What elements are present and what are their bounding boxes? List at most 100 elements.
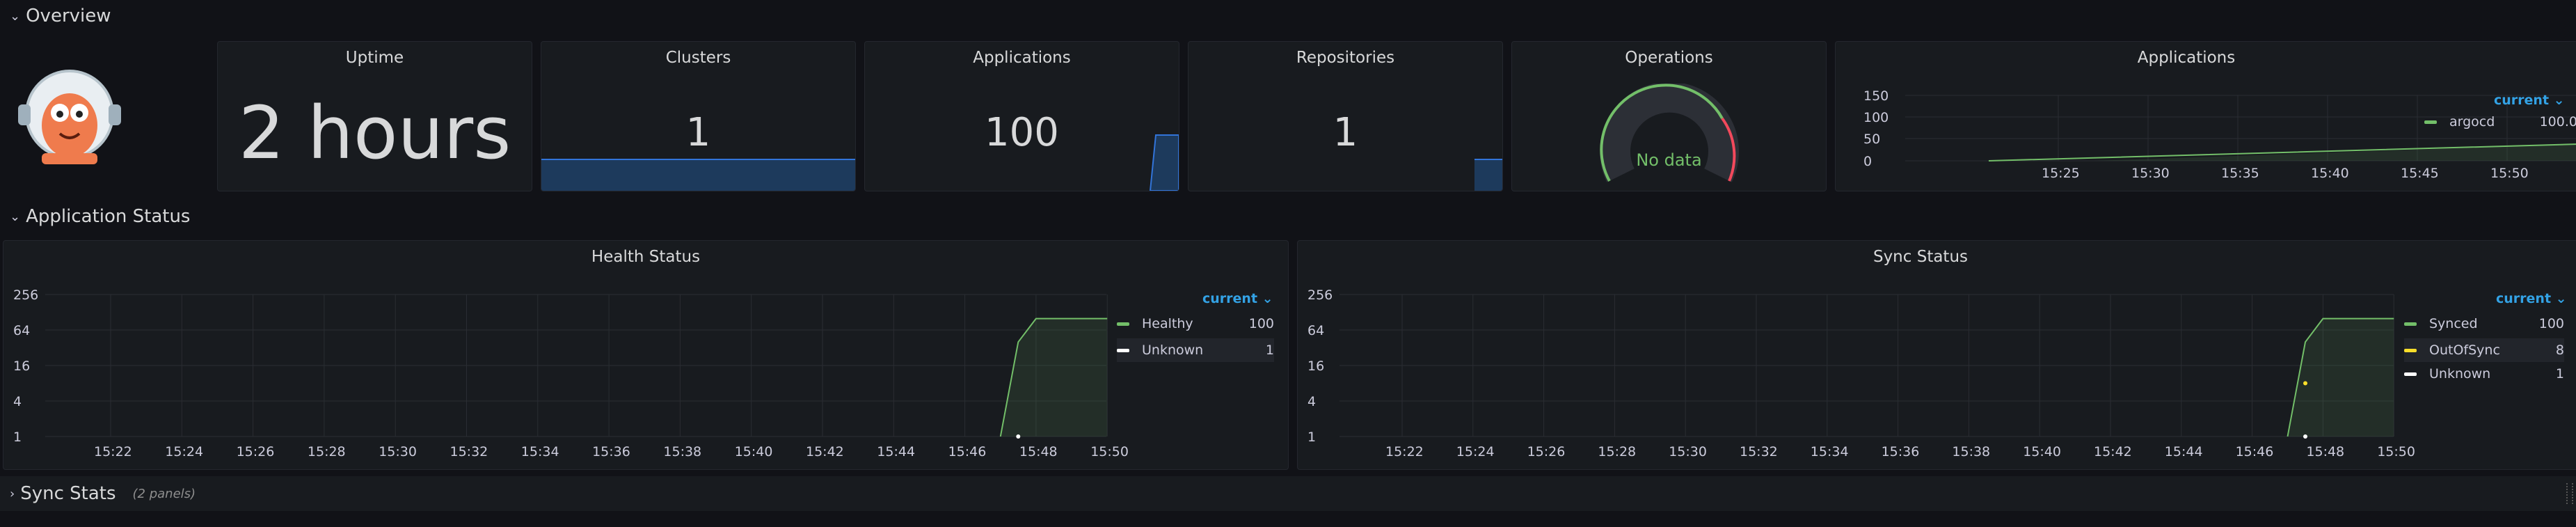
legend-value: 1 <box>1265 343 1274 358</box>
x-tick-label: 15:48 <box>2306 444 2344 459</box>
repositories-panel: Repositories 1 <box>1188 41 1503 191</box>
x-tick-label: 15:48 <box>1019 444 1058 459</box>
x-tick-label: 15:44 <box>2165 444 2203 459</box>
applications-panel: Applications 100 <box>864 41 1179 191</box>
legend-current-dropdown[interactable]: current ⌄ <box>2496 291 2567 306</box>
legend-value: 8 <box>2555 343 2564 358</box>
x-tick-label: 15:24 <box>165 444 203 459</box>
x-tick-label: 15:35 <box>2221 166 2259 181</box>
legend-item-healthy[interactable]: Healthy 100 <box>1117 316 1274 331</box>
row-sync-stats-bar <box>0 476 2576 511</box>
legend-item-argocd[interactable]: argocd 100.0 <box>2424 114 2576 129</box>
row-sync-stats-title: Sync Stats <box>20 483 116 504</box>
x-tick-label: 15:45 <box>2401 166 2439 181</box>
row-application-status-title: Application Status <box>26 206 191 227</box>
x-tick-label: 15:22 <box>94 444 132 459</box>
chevron-down-icon: ⌄ <box>2553 93 2565 108</box>
x-tick-label: 15:36 <box>592 444 630 459</box>
legend-item-unknown[interactable]: Unknown 1 <box>2404 366 2564 382</box>
drag-handle-icon[interactable] <box>2566 483 2573 504</box>
y-tick-label: 1 <box>13 430 22 445</box>
row-application-status[interactable]: ⌄ Application Status <box>10 206 190 227</box>
legend-name: Unknown <box>1142 343 1204 358</box>
legend-name: Synced <box>2429 316 2478 331</box>
x-tick-label: 15:42 <box>2094 444 2132 459</box>
y-tick-label: 4 <box>13 394 22 409</box>
y-tick-label: 16 <box>1307 359 1324 374</box>
legend-item-outofsync[interactable]: OutOfSync 8 <box>2404 338 2564 362</box>
operations-panel: Operations No data <box>1511 41 1827 191</box>
applications-chart-panel: Applications 150 100 50 0 15:25 15:30 15:35 15… <box>1835 41 2576 191</box>
x-tick-label: 15:50 <box>2377 444 2415 459</box>
x-tick-labels: 15:25 15:30 15:35 15:40 15:45 15:50 <box>2042 166 2529 181</box>
row-sync-stats-count: (2 panels) <box>132 486 196 501</box>
legend-swatch <box>1117 322 1129 326</box>
legend-name: Unknown <box>2429 366 2491 382</box>
x-tick-label: 15:30 <box>2131 166 2170 181</box>
x-tick-label: 15:50 <box>2490 166 2529 181</box>
legend-name: OutOfSync <box>2429 343 2500 358</box>
x-tick-label: 15:40 <box>2311 166 2349 181</box>
x-tick-label: 15:38 <box>663 444 701 459</box>
panel-title: Operations <box>1625 49 1713 67</box>
y-tick-label: 256 <box>13 288 38 303</box>
legend-current-label: current <box>2496 291 2552 306</box>
x-tick-label: 15:38 <box>1952 444 1990 459</box>
chevron-right-icon: › <box>10 486 15 501</box>
x-tick-label: 15:34 <box>1811 444 1849 459</box>
x-tick-label: 15:46 <box>2236 444 2274 459</box>
operations-gauge <box>1600 84 1739 182</box>
x-tick-label: 15:28 <box>1598 444 1636 459</box>
row-overview[interactable]: ⌄ Overview <box>10 6 111 26</box>
series-area <box>2287 318 2394 436</box>
series-point <box>2303 381 2307 386</box>
x-tick-label: 15:34 <box>521 444 559 459</box>
legend-swatch <box>2404 348 2417 352</box>
sparkline-area <box>1474 159 1502 191</box>
sparkline-area <box>541 159 855 191</box>
panel-title: Uptime <box>345 49 404 67</box>
x-tick-label: 15:40 <box>2023 444 2061 459</box>
chevron-down-icon: ⌄ <box>10 8 21 24</box>
x-tick-label: 15:32 <box>450 444 488 459</box>
x-tick-label: 15:40 <box>735 444 773 459</box>
legend-current-label: current <box>2494 93 2550 108</box>
y-tick-label: 1 <box>1307 430 1316 445</box>
uptime-panel: Uptime 2 hours <box>217 41 532 191</box>
legend-name: argocd <box>2449 114 2495 129</box>
x-tick-label: 15:44 <box>877 444 915 459</box>
legend-item-unknown[interactable]: Unknown 1 <box>1117 338 1274 362</box>
legend-value: 100 <box>1248 316 1274 331</box>
y-tick-label: 100 <box>1863 110 1889 125</box>
x-tick-label: 15:24 <box>1456 444 1495 459</box>
legend-swatch <box>2404 322 2417 326</box>
legend-current-dropdown[interactable]: current ⌄ <box>2494 93 2565 108</box>
legend-swatch <box>1117 348 1129 352</box>
x-tick-label: 15:26 <box>1527 444 1566 459</box>
y-tick-label: 16 <box>13 359 30 374</box>
x-tick-label: 15:42 <box>806 444 844 459</box>
x-tick-label: 15:46 <box>948 444 987 459</box>
x-tick-label: 15:25 <box>2042 166 2080 181</box>
clusters-value: 1 <box>685 110 711 155</box>
legend-name: Healthy <box>1142 316 1193 331</box>
legend-item-synced[interactable]: Synced 100 <box>2404 316 2564 331</box>
health-chart: 256 64 16 4 1 15:22 15:24 15:26 15:28 15:30 15:32 1… <box>13 288 1129 459</box>
y-tick-label: 256 <box>1307 288 1333 303</box>
series-area <box>1000 318 1108 436</box>
uptime-value: 2 hours <box>238 91 511 175</box>
legend-value: 100.0 <box>2539 114 2576 129</box>
y-tick-label: 150 <box>1863 88 1889 104</box>
legend-value: 100 <box>2538 316 2564 331</box>
chevron-down-icon: ⌄ <box>1262 291 1273 306</box>
row-overview-title: Overview <box>26 6 111 26</box>
legend-current-dropdown[interactable]: current ⌄ <box>1202 291 1273 306</box>
repositories-value: 1 <box>1333 110 1358 155</box>
y-tick-labels: 150 100 50 0 <box>1863 88 1889 169</box>
x-tick-label: 15:30 <box>1669 444 1707 459</box>
row-sync-stats[interactable]: › Sync Stats (2 panels) <box>10 483 196 504</box>
health-status-panel: Health Status 256 64 16 4 1 15:22 15:24 15:26 15… <box>3 240 1289 470</box>
chevron-down-icon: ⌄ <box>10 209 21 224</box>
series-point <box>2303 434 2307 439</box>
legend-swatch <box>2404 372 2417 376</box>
